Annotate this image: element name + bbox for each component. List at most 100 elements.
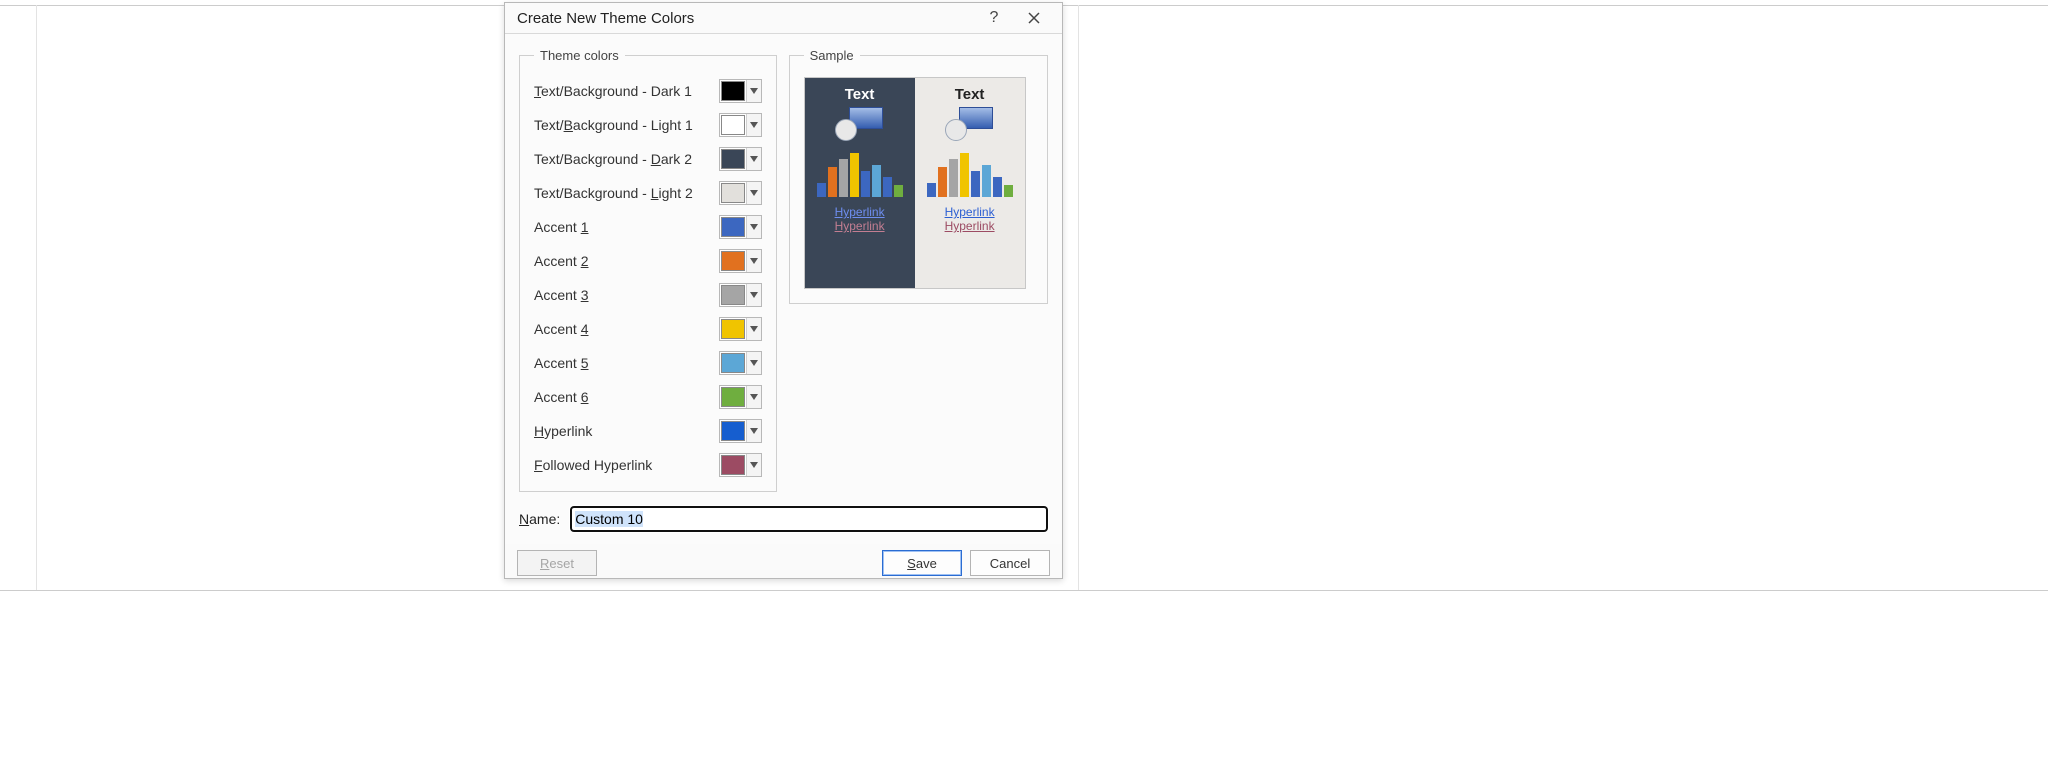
sample-chart-light (927, 153, 1013, 197)
color-swatch (721, 81, 745, 101)
chevron-down-icon (746, 420, 761, 442)
chart-bar (960, 153, 969, 197)
hyperlink-text: Hyperlink (835, 205, 885, 219)
titlebar: Create New Theme Colors ? (505, 3, 1062, 34)
chevron-down-icon (746, 148, 761, 170)
theme-color-row: Hyperlink (534, 419, 762, 443)
sample-shapes (835, 107, 885, 143)
theme-color-label: Followed Hyperlink (534, 457, 652, 473)
create-theme-colors-dialog: Create New Theme Colors ? Theme colors T… (504, 2, 1063, 579)
sample-dark-card: Text Hyperlink Hyperlink (805, 78, 915, 288)
color-swatch (721, 353, 745, 373)
color-dropdown[interactable] (719, 283, 762, 307)
theme-color-row: Accent 1 (534, 215, 762, 239)
theme-color-row: Text/Background - Dark 2 (534, 147, 762, 171)
theme-colors-group: Theme colors Text/Background - Dark 1 Tex… (519, 48, 777, 492)
color-swatch (721, 421, 745, 441)
chart-bar (894, 185, 903, 197)
followed-hyperlink-text: Hyperlink (945, 219, 995, 233)
color-swatch (721, 149, 745, 169)
sample-text-dark: Text (845, 86, 875, 103)
chevron-down-icon (746, 114, 761, 136)
color-dropdown[interactable] (719, 113, 762, 137)
chevron-down-icon (746, 250, 761, 272)
chart-bar (938, 167, 947, 197)
dialog-footer: Reset Save Cancel (505, 544, 1062, 586)
chevron-down-icon (746, 216, 761, 238)
decorative-rule (0, 590, 2048, 591)
color-dropdown[interactable] (719, 317, 762, 341)
sample-light-card: Text Hyperlink Hyperlink (915, 78, 1025, 288)
theme-color-row: Accent 4 (534, 317, 762, 341)
cancel-button[interactable]: Cancel (970, 550, 1050, 576)
theme-color-row: Followed Hyperlink (534, 453, 762, 477)
save-button[interactable]: Save (882, 550, 962, 576)
chart-bar (1004, 185, 1013, 197)
color-swatch (721, 115, 745, 135)
circle-icon (945, 119, 967, 141)
chart-bar (971, 171, 980, 197)
color-dropdown[interactable] (719, 351, 762, 375)
chart-bar (828, 167, 837, 197)
chevron-down-icon (746, 182, 761, 204)
chart-bar (850, 153, 859, 197)
theme-color-row: Accent 6 (534, 385, 762, 409)
theme-color-label: Hyperlink (534, 423, 592, 439)
theme-color-label: Accent 2 (534, 253, 589, 269)
chevron-down-icon (746, 352, 761, 374)
hyperlink-text: Hyperlink (945, 205, 995, 219)
dialog-title: Create New Theme Colors (517, 10, 974, 27)
color-swatch (721, 183, 745, 203)
circle-icon (835, 119, 857, 141)
color-swatch (721, 319, 745, 339)
color-swatch (721, 387, 745, 407)
theme-color-row: Accent 3 (534, 283, 762, 307)
theme-color-label: Accent 3 (534, 287, 589, 303)
chart-bar (883, 177, 892, 197)
theme-color-label: Accent 1 (534, 219, 589, 235)
decorative-rule (1078, 5, 1079, 590)
chart-bar (817, 183, 826, 197)
theme-colors-legend: Theme colors (534, 48, 625, 63)
color-dropdown[interactable] (719, 385, 762, 409)
chart-bar (839, 159, 848, 197)
chevron-down-icon (746, 318, 761, 340)
chevron-down-icon (746, 80, 761, 102)
sample-group: Sample Text Hyperlink Hyperlink (789, 48, 1048, 304)
color-dropdown[interactable] (719, 181, 762, 205)
theme-color-row: Text/Background - Light 1 (534, 113, 762, 137)
followed-hyperlink-text: Hyperlink (835, 219, 885, 233)
color-dropdown[interactable] (719, 215, 762, 239)
theme-color-row: Text/Background - Dark 1 (534, 79, 762, 103)
sample-chart-dark (817, 153, 903, 197)
theme-color-label: Text/Background - Light 2 (534, 185, 693, 201)
theme-color-label: Accent 6 (534, 389, 589, 405)
chart-bar (861, 171, 870, 197)
theme-name-input[interactable] (570, 506, 1048, 532)
chart-bar (872, 165, 881, 197)
help-button[interactable]: ? (974, 3, 1014, 33)
chart-bar (982, 165, 991, 197)
close-button[interactable] (1014, 3, 1054, 33)
sample-hyperlinks: Hyperlink Hyperlink (835, 205, 885, 233)
theme-color-label: Text/Background - Dark 2 (534, 151, 692, 167)
name-label: Name: (519, 511, 560, 527)
chevron-down-icon (746, 454, 761, 476)
chart-bar (993, 177, 1002, 197)
color-dropdown[interactable] (719, 419, 762, 443)
sample-preview: Text Hyperlink Hyperlink (804, 77, 1026, 289)
theme-color-row: Accent 2 (534, 249, 762, 273)
color-dropdown[interactable] (719, 147, 762, 171)
chevron-down-icon (746, 386, 761, 408)
decorative-rule (36, 5, 37, 590)
color-swatch (721, 251, 745, 271)
name-row: Name: (519, 506, 1048, 532)
theme-color-label: Text/Background - Dark 1 (534, 83, 692, 99)
sample-legend: Sample (804, 48, 860, 63)
chart-bar (927, 183, 936, 197)
color-swatch (721, 285, 745, 305)
color-dropdown[interactable] (719, 79, 762, 103)
color-dropdown[interactable] (719, 249, 762, 273)
color-dropdown[interactable] (719, 453, 762, 477)
reset-button[interactable]: Reset (517, 550, 597, 576)
